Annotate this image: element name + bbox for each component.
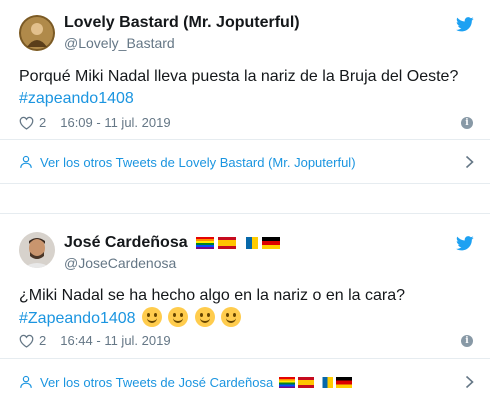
timestamp[interactable]: 16:44 - 11 jul. 2019 <box>60 333 170 348</box>
avatar[interactable] <box>19 232 55 268</box>
germany-flag <box>336 376 353 388</box>
thinking-face-emoji <box>142 307 163 327</box>
profile-icon <box>20 375 32 388</box>
more-link-flags <box>279 376 353 388</box>
timestamp[interactable]: 16:09 - 11 jul. 2019 <box>60 115 170 130</box>
hashtag-link[interactable]: #Zapeando1408 <box>19 310 136 327</box>
tweet-meta: 2 16:09 - 11 jul. 2019 <box>19 115 171 130</box>
more-tweets-label: Ver los otros Tweets de José Cardeñosa <box>40 374 274 390</box>
rainbow-flag <box>279 376 296 388</box>
handle[interactable]: @JoseCardenosa <box>64 255 176 271</box>
profile-icon <box>20 155 32 168</box>
display-name[interactable]: José Cardeñosa <box>64 234 280 252</box>
rainbow-flag <box>195 237 214 249</box>
display-name[interactable]: Lovely Bastard (Mr. Joputerful) <box>64 14 300 32</box>
canary-islands-flag <box>317 376 334 388</box>
more-tweets-label: Ver los otros Tweets de Lovely Bastard (… <box>40 154 356 170</box>
chevron-right-icon <box>465 155 474 169</box>
tweet-card-1: Lovely Bastard (Mr. Joputerful) @Lovely_… <box>0 0 490 184</box>
more-tweets-link[interactable]: Ver los otros Tweets de Lovely Bastard (… <box>19 142 474 182</box>
canary-islands-flag <box>239 237 258 249</box>
info-icon[interactable]: i <box>461 335 473 347</box>
more-tweets-link[interactable]: Ver los otros Tweets de José Cardeñosa <box>19 362 474 402</box>
avatar[interactable] <box>19 15 55 51</box>
thinking-face-emoji <box>168 307 189 327</box>
divider <box>0 139 490 140</box>
tweet-text: Porqué Miki Nadal lleva puesta la nariz … <box>19 66 479 110</box>
grinning-sweat-face-emoji <box>194 307 215 327</box>
heart-icon[interactable] <box>19 116 34 130</box>
tweet-body: Porqué Miki Nadal lleva puesta la nariz … <box>19 68 459 85</box>
tweet-text: ¿Miki Nadal se ha hecho algo en la nariz… <box>19 285 479 330</box>
hashtag-link[interactable]: #zapeando1408 <box>19 90 134 107</box>
name-flags <box>195 237 280 249</box>
tweet-body: ¿Miki Nadal se ha hecho algo en la nariz… <box>19 287 405 304</box>
divider <box>0 358 490 359</box>
spain-flag <box>298 376 315 388</box>
heart-icon[interactable] <box>19 334 34 348</box>
germany-flag <box>261 237 280 249</box>
like-count[interactable]: 2 <box>39 115 46 130</box>
tweet-meta: 2 16:44 - 11 jul. 2019 <box>19 333 171 348</box>
like-count[interactable]: 2 <box>39 333 46 348</box>
card-gap <box>0 184 490 212</box>
twitter-bird-icon[interactable] <box>456 17 474 32</box>
info-icon[interactable]: i <box>461 117 473 129</box>
spain-flag <box>217 237 236 249</box>
chevron-right-icon <box>465 375 474 389</box>
twitter-bird-icon[interactable] <box>456 236 474 251</box>
handle[interactable]: @Lovely_Bastard <box>64 35 175 51</box>
winking-tongue-face-emoji <box>221 307 242 327</box>
